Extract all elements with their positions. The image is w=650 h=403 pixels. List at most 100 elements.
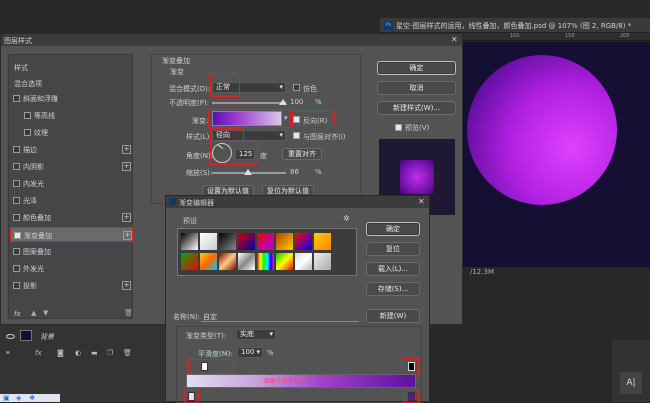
close-icon[interactable]: ✕ [418, 197, 425, 206]
taskbar-icon[interactable]: ▣ [3, 394, 10, 402]
new-gradient-button[interactable]: 新建(W) [366, 309, 420, 323]
style-item-checkbox[interactable] [13, 95, 20, 102]
preset-swatch[interactable] [295, 233, 312, 250]
preset-swatch[interactable] [238, 253, 255, 270]
opacity-slider-thumb[interactable] [279, 99, 287, 105]
close-icon[interactable]: ✕ [451, 35, 458, 44]
fx-icon[interactable]: fx [35, 349, 42, 357]
chevron-down-icon: ▾ [279, 83, 283, 91]
taskbar-icon[interactable]: ❖ [29, 394, 35, 402]
scale-slider-thumb[interactable] [244, 169, 252, 175]
style-item-checkbox[interactable] [13, 163, 20, 170]
editor-titlebar[interactable]: 渐变编辑器 ✕ [166, 196, 429, 208]
style-list-item[interactable]: 颜色叠加 + [10, 210, 133, 225]
add-icon[interactable]: + [122, 162, 131, 171]
cancel-button[interactable]: 取消 [377, 81, 456, 95]
preset-swatch[interactable] [219, 233, 236, 250]
editor-reset-button[interactable]: 复位 [366, 242, 420, 256]
style-list-item[interactable]: 图案叠加 [10, 244, 133, 259]
scale-label: 缩放(S): [186, 169, 213, 177]
adjustment-icon[interactable]: ◐ [75, 349, 81, 357]
preset-swatch[interactable] [295, 253, 312, 270]
style-item-checkbox[interactable] [14, 232, 21, 239]
add-icon[interactable]: + [123, 231, 132, 240]
dither-checkbox[interactable] [293, 84, 300, 91]
preset-swatch[interactable] [276, 253, 293, 270]
gear-icon[interactable]: ✲ [343, 214, 350, 223]
dialog-titlebar[interactable]: 图层样式 ✕ [1, 34, 462, 46]
delete-icon[interactable]: 🗑 [124, 309, 133, 317]
ok-button[interactable]: 确定 [377, 61, 456, 75]
style-list-item[interactable]: 投影 + [10, 278, 133, 293]
trash-icon[interactable]: 🗑 [123, 349, 132, 357]
preview-swatch [400, 160, 434, 194]
add-icon[interactable]: + [122, 213, 131, 222]
scale-value[interactable]: 86 [290, 168, 299, 176]
name-label: 名称(N): [173, 313, 201, 321]
blend-options-item[interactable]: 混合选项 [14, 79, 42, 89]
move-down-icon[interactable]: ▼ [43, 309, 48, 317]
chevron-down-icon: ▾ [269, 330, 273, 338]
color-stop-right-highlight [403, 389, 419, 403]
opacity-slider[interactable] [212, 102, 286, 104]
style-list-item[interactable]: 描边 + [10, 142, 133, 157]
app-icon [169, 198, 176, 205]
reset-align-button[interactable]: 重置对齐 [282, 148, 322, 160]
style-list-item[interactable]: 渐变叠加 + [10, 227, 133, 242]
add-icon[interactable]: + [122, 281, 131, 290]
save-button[interactable]: 存储(S)... [366, 282, 420, 296]
style-list-item[interactable]: 纹理 [10, 125, 133, 140]
style-list-item[interactable]: 等高线 [10, 108, 133, 123]
add-icon[interactable]: + [122, 145, 131, 154]
preset-swatch[interactable] [181, 253, 198, 270]
load-button[interactable]: 载入(L)... [366, 262, 420, 276]
smooth-input[interactable]: 100 ▾ [237, 347, 263, 358]
new-layer-icon[interactable]: ❐ [107, 349, 113, 357]
opacity-value[interactable]: 100 [290, 98, 303, 106]
dither-label: 仿色 [303, 85, 317, 93]
style-item-checkbox[interactable] [13, 197, 20, 204]
align-checkbox[interactable] [293, 132, 300, 139]
preset-swatch[interactable] [314, 253, 331, 270]
style-item-checkbox[interactable] [13, 180, 20, 187]
style-item-checkbox[interactable] [13, 214, 20, 221]
visibility-icon[interactable] [6, 334, 15, 339]
mask-icon[interactable]: ◙ [57, 349, 64, 357]
preset-swatch[interactable] [181, 233, 198, 250]
canvas[interactable] [462, 42, 650, 267]
style-list-item[interactable]: 斜面和浮雕 [10, 91, 133, 106]
type-select[interactable]: 实底 ▾ [236, 329, 276, 340]
fx-icon[interactable]: fx [14, 310, 21, 318]
blend-mode-label: 混合模式(D): [169, 85, 211, 93]
style-item-checkbox[interactable] [24, 129, 31, 136]
preset-swatch[interactable] [200, 233, 217, 250]
preset-swatch[interactable] [257, 253, 274, 270]
style-item-label: 外发光 [23, 265, 44, 273]
style-item-checkbox[interactable] [24, 112, 31, 119]
style-list-item[interactable]: 外发光 [10, 261, 133, 276]
style-item-checkbox[interactable] [13, 146, 20, 153]
preset-swatch[interactable] [238, 233, 255, 250]
move-up-icon[interactable]: ▲ [31, 309, 36, 317]
preset-swatch[interactable] [276, 233, 293, 250]
preview-checkbox[interactable] [395, 124, 402, 131]
group-icon[interactable]: ▬ [91, 349, 98, 357]
preset-swatch[interactable] [257, 233, 274, 250]
style-item-checkbox[interactable] [13, 248, 20, 255]
preset-swatch[interactable] [200, 253, 217, 270]
style-list-item[interactable]: 内阴影 + [10, 159, 133, 174]
new-style-button[interactable]: 新建样式(W)... [377, 101, 456, 115]
style-item-checkbox[interactable] [13, 282, 20, 289]
preset-swatch[interactable] [314, 233, 331, 250]
document-tab[interactable]: Ps 星空-图层样式的运用，线性叠加，颜色叠加.psd @ 107% (图 2,… [380, 18, 650, 33]
styles-header[interactable]: 样式 [14, 63, 28, 73]
style-list-item[interactable]: 光泽 [10, 193, 133, 208]
style-list-item[interactable]: 内发光 [10, 176, 133, 191]
editor-ok-button[interactable]: 确定 [366, 222, 420, 236]
taskbar-icon[interactable]: ◈ [16, 394, 21, 402]
panel-button[interactable]: A| [620, 372, 642, 394]
opacity-label: 不透明度(P): [169, 99, 210, 107]
link-icon[interactable]: ⚭ [5, 349, 11, 357]
style-item-checkbox[interactable] [13, 265, 20, 272]
preset-swatch[interactable] [219, 253, 236, 270]
